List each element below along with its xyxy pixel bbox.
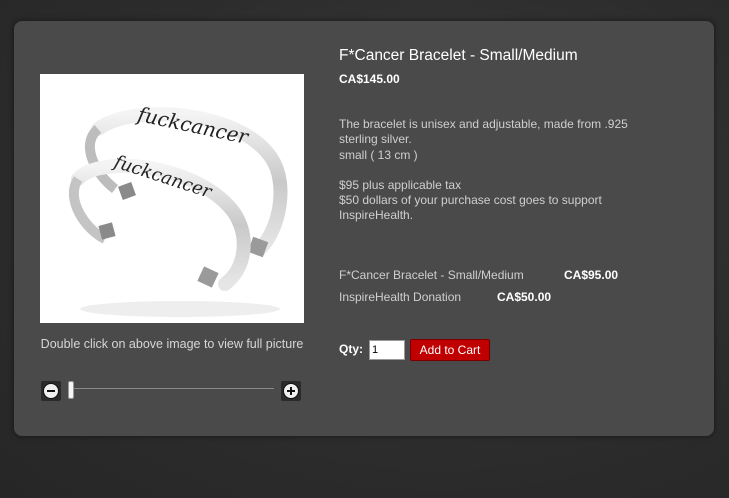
tax-note: $95 plus applicable tax [339,177,462,192]
product-quickview-modal: fuckcancer fuckcancer Double click on ab… [14,21,714,436]
qty-input[interactable] [369,340,405,360]
breakdown-item: InspireHealth Donation CA$50.00 [339,290,551,304]
description-line: sterling silver. [339,132,412,147]
zoom-slider-track[interactable] [68,388,274,389]
breakdown-label: F*Cancer Bracelet - Small/Medium [339,268,524,282]
breakdown-label: InspireHealth Donation [339,290,462,304]
zoom-in-button[interactable] [281,381,301,401]
qty-label: Qty: [339,342,363,356]
description-line: The bracelet is unisex and adjustable, m… [339,117,628,131]
product-description: The bracelet is unisex and adjustable, m… [339,117,669,224]
product-title: F*Cancer Bracelet - Small/Medium [339,47,578,64]
donation-note: InspireHealth. [339,208,414,223]
zoom-out-icon [43,383,59,399]
donation-note: $50 dollars of your purchase cost goes t… [339,193,602,208]
breakdown-amount: CA$50.00 [497,290,552,304]
breakdown-amount: CA$95.00 [564,268,619,282]
zoom-out-button[interactable] [41,381,61,401]
engraving-back: fuckcancer [134,102,252,150]
zoom-slider-handle[interactable] [68,381,74,399]
product-image[interactable]: fuckcancer fuckcancer [40,74,304,323]
product-price: CA$145.00 [339,72,400,86]
zoom-in-icon [283,383,299,399]
add-to-cart-button[interactable]: Add to Cart [410,339,490,361]
description-line: small ( 13 cm ) [339,147,418,162]
image-hint: Double click on above image to view full… [40,337,304,351]
breakdown-item: F*Cancer Bracelet - Small/Medium CA$95.0… [339,268,618,282]
bracelet-image: fuckcancer fuckcancer [68,102,288,317]
